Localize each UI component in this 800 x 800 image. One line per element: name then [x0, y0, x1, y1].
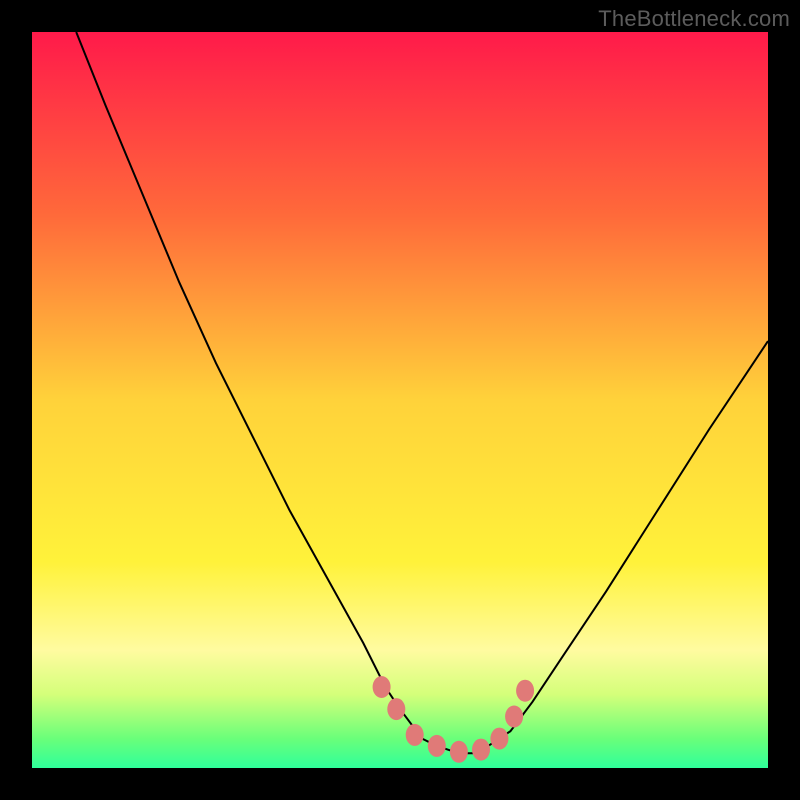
- trough-marker: [450, 741, 468, 763]
- trough-marker: [406, 724, 424, 746]
- watermark-text: TheBottleneck.com: [598, 6, 790, 32]
- curve-layer: [32, 32, 768, 768]
- plot-area: [32, 32, 768, 768]
- trough-marker: [373, 676, 391, 698]
- trough-marker: [387, 698, 405, 720]
- trough-marker: [428, 735, 446, 757]
- trough-marker: [505, 706, 523, 728]
- trough-marker: [516, 680, 534, 702]
- trough-marker: [472, 739, 490, 761]
- trough-marker: [490, 728, 508, 750]
- chart-frame: TheBottleneck.com: [0, 0, 800, 800]
- bottleneck-curve: [76, 32, 768, 753]
